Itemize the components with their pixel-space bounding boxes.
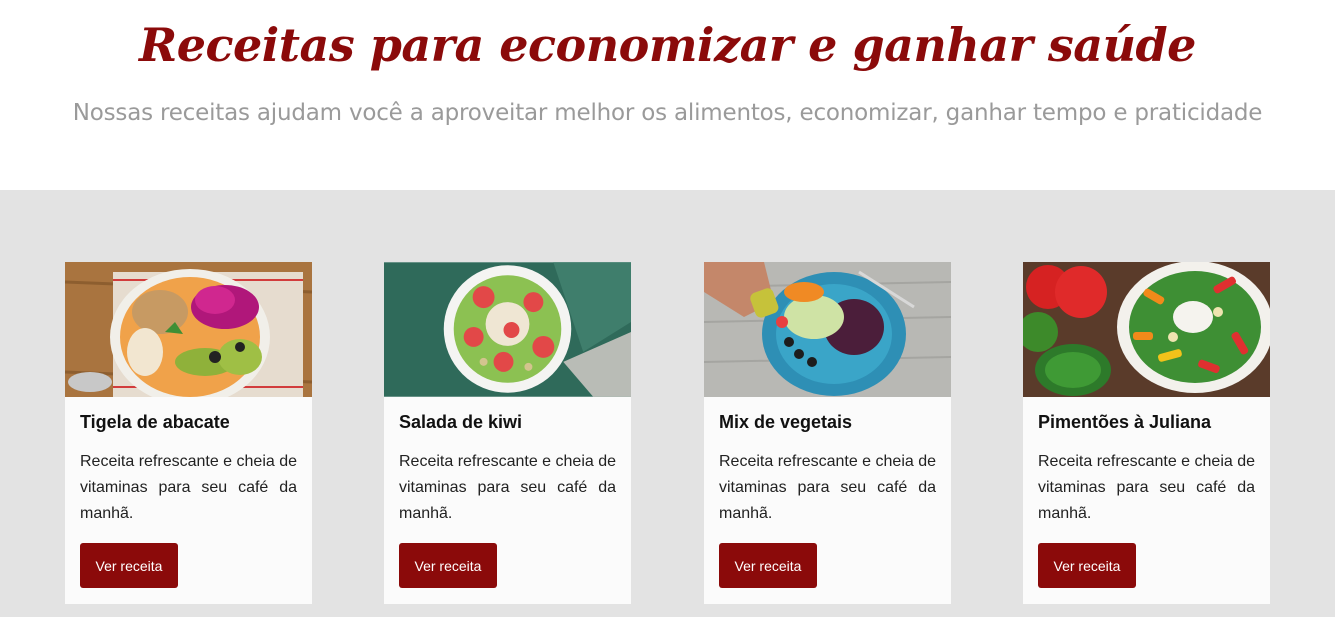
view-recipe-button[interactable]: Ver receita (80, 543, 178, 588)
hero-header: Receitas para economizar e ganhar saúde … (0, 0, 1335, 190)
view-recipe-button[interactable]: Ver receita (719, 543, 817, 588)
card-body: Salada de kiwi Receita refrescante e che… (384, 397, 631, 588)
recipe-photo-kiwi-salad (384, 262, 631, 397)
recipe-photo-julienne-peppers (1023, 262, 1270, 397)
card-body: Pimentões à Juliana Receita refrescante … (1023, 397, 1270, 588)
recipe-card: Mix de vegetais Receita refrescante e ch… (704, 262, 951, 604)
card-body: Tigela de abacate Receita refrescante e … (65, 397, 312, 588)
view-recipe-button[interactable]: Ver receita (1038, 543, 1136, 588)
card-description: Receita refrescante e cheia de vitaminas… (1038, 453, 1256, 522)
card-body: Mix de vegetais Receita refrescante e ch… (704, 397, 951, 588)
recipe-photo-avocado-bowl (65, 262, 312, 397)
recipes-section: Tigela de abacate Receita refrescante e … (0, 190, 1335, 617)
view-recipe-button[interactable]: Ver receita (399, 543, 497, 588)
card-title: Tigela de abacate (80, 412, 230, 432)
recipe-card: Tigela de abacate Receita refrescante e … (65, 262, 312, 604)
card-description: Receita refrescante e cheia de vitaminas… (399, 453, 617, 522)
recipe-card: Salada de kiwi Receita refrescante e che… (384, 262, 631, 604)
recipe-card: Pimentões à Juliana Receita refrescante … (1023, 262, 1270, 604)
page-subtitle: Nossas receitas ajudam você a aproveitar… (72, 100, 1263, 126)
card-title: Salada de kiwi (399, 412, 523, 432)
page-title: Receitas para economizar e ganhar saúde (139, 18, 1196, 72)
card-description: Receita refrescante e cheia de vitaminas… (80, 453, 298, 522)
card-description: Receita refrescante e cheia de vitaminas… (719, 453, 937, 522)
card-title: Pimentões à Juliana (1038, 412, 1212, 432)
recipe-photo-mixed-vegetables (704, 262, 951, 397)
card-title: Mix de vegetais (719, 412, 853, 432)
